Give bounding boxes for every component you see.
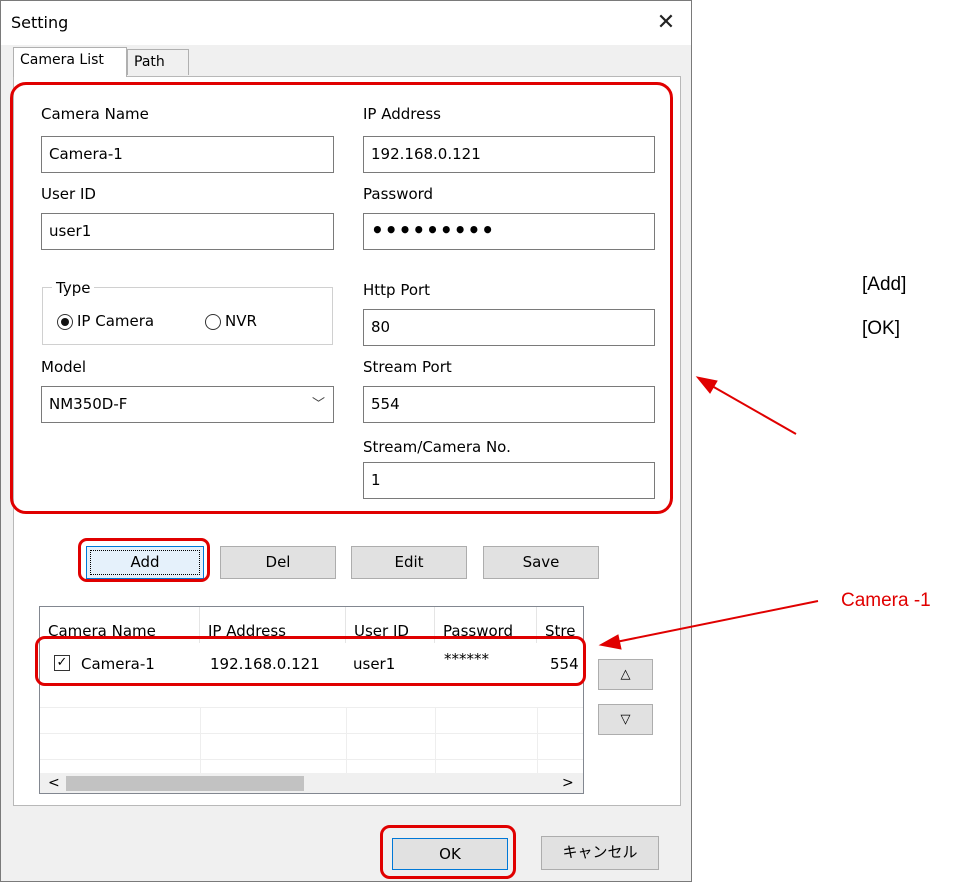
- arrow-to-row: [598, 600, 819, 650]
- annotation-step-ok: [OK]: [862, 318, 901, 339]
- tab-camera-list[interactable]: Camera List: [13, 47, 127, 77]
- arrow-to-form: [695, 376, 797, 435]
- annotation-camera-label: Camera -1: [841, 590, 931, 611]
- annotation-arrows: [598, 376, 819, 650]
- annotation-step-add: [Add]: [862, 274, 907, 295]
